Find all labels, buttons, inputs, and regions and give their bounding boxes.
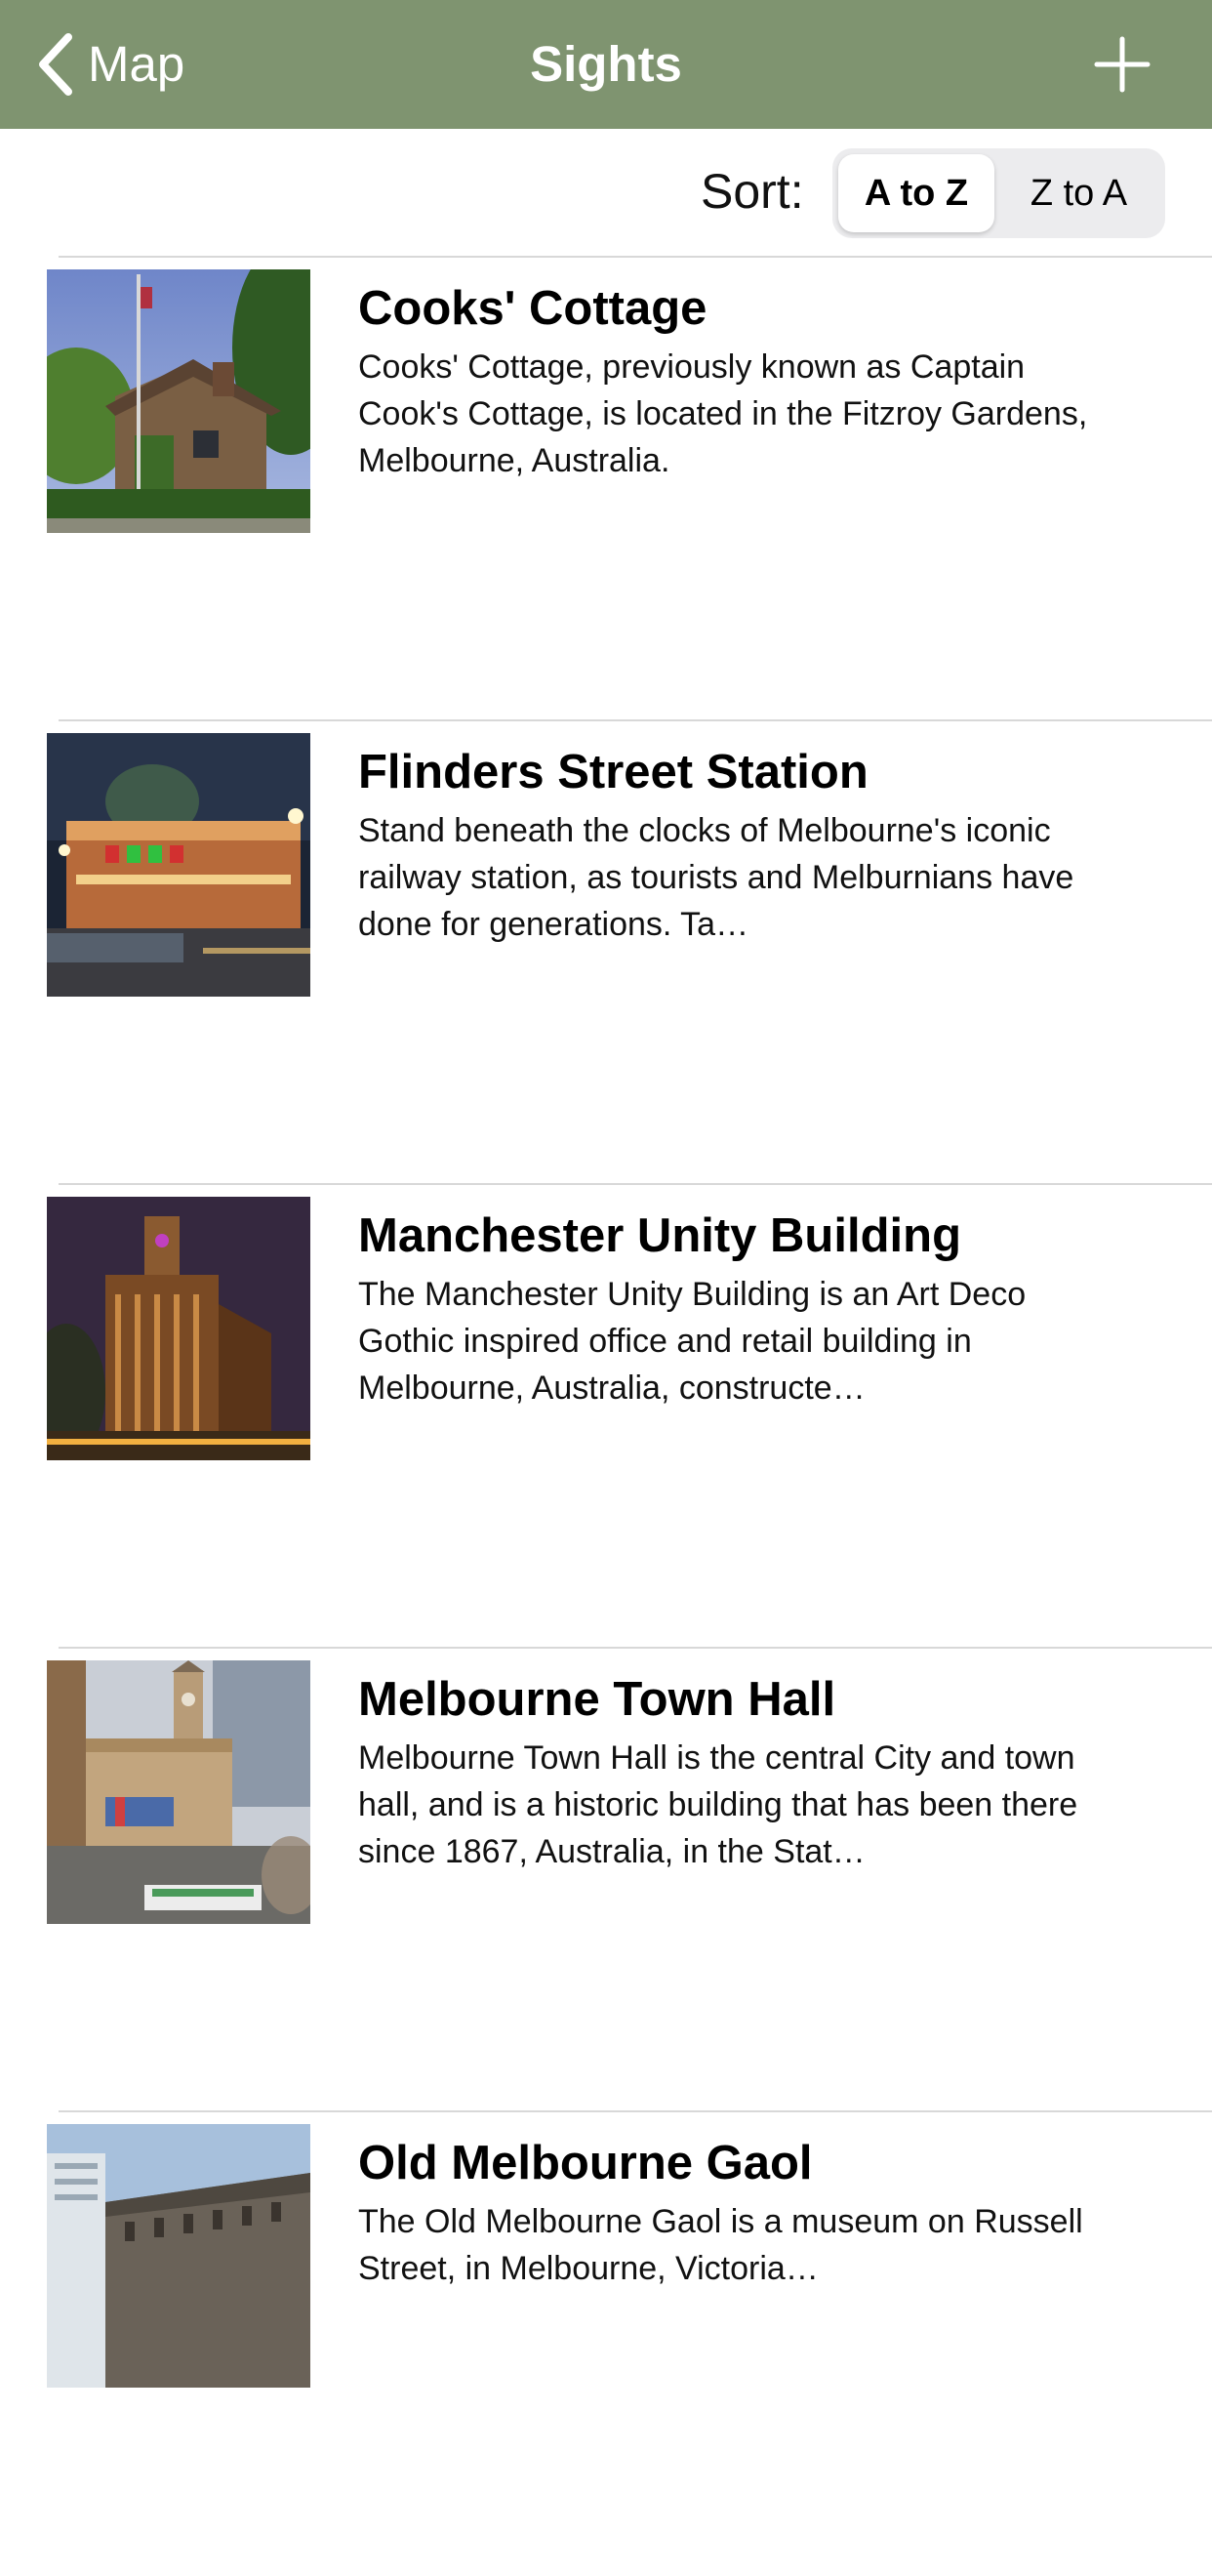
page-title: Sights	[530, 36, 682, 92]
sight-title: Flinders Street Station	[358, 746, 869, 798]
chevron-left-icon	[39, 33, 72, 96]
list-item[interactable]: Flinders Street Station Stand beneath th…	[0, 721, 1212, 1185]
plus-icon	[1094, 36, 1151, 93]
sight-title: Old Melbourne Gaol	[358, 2137, 813, 2189]
navigation-bar: Map Sights	[0, 0, 1212, 129]
add-button[interactable]	[1093, 35, 1151, 94]
sight-title: Cooks' Cottage	[358, 282, 707, 335]
sight-description: Melbourne Town Hall is the central City …	[358, 1739, 1078, 1870]
back-button-label: Map	[88, 36, 185, 92]
sort-option-a-to-z[interactable]: A to Z	[838, 154, 994, 232]
list-item[interactable]: Manchester Unity Building The Manchester…	[0, 1185, 1212, 1649]
thumbnail-image	[47, 1660, 310, 1924]
sort-segmented-control: A to Z Z to A	[832, 148, 1165, 238]
sight-description: The Manchester Unity Building is an Art …	[358, 1276, 1027, 1407]
sight-description: Cooks' Cottage, previously known as Capt…	[358, 348, 1088, 479]
sight-description: The Old Melbourne Gaol is a museum on Ru…	[358, 2203, 1083, 2287]
list-item[interactable]: Melbourne Town Hall Melbourne Town Hall …	[0, 1649, 1212, 2112]
sort-option-z-to-a[interactable]: Z to A	[998, 154, 1159, 232]
thumbnail-image	[47, 2124, 310, 2388]
thumbnail-image	[47, 733, 310, 997]
list-item[interactable]: Cooks' Cottage Cooks' Cottage, previousl…	[0, 258, 1212, 721]
sort-bar: Sort: A to Z Z to A	[0, 129, 1212, 258]
sight-title: Melbourne Town Hall	[358, 1673, 836, 1726]
sight-description: Stand beneath the clocks of Melbourne's …	[358, 812, 1074, 943]
back-button[interactable]: Map	[35, 29, 184, 100]
list-item[interactable]: Old Melbourne Gaol The Old Melbourne Gao…	[0, 2112, 1212, 2576]
thumbnail-image	[47, 269, 310, 533]
sight-title: Manchester Unity Building	[358, 1209, 962, 1262]
sort-label: Sort:	[701, 164, 804, 219]
thumbnail-image	[47, 1197, 310, 1460]
